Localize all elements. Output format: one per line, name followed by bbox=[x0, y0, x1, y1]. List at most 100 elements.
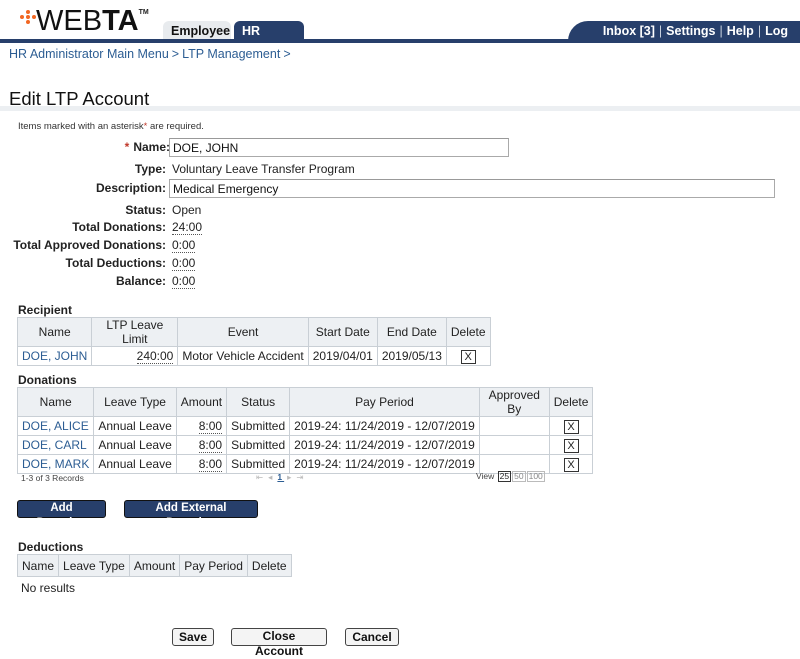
donor-name-link[interactable]: DOE, ALICE bbox=[22, 419, 89, 433]
balance-value: 0:00 bbox=[172, 274, 196, 289]
ltp-leave-limit-cell: 240:00 bbox=[91, 346, 179, 366]
status-cell: Submitted bbox=[226, 454, 291, 474]
required-asterisk: * bbox=[124, 140, 130, 154]
amount-cell: 8:00 bbox=[175, 416, 228, 436]
name-row: * Name: bbox=[0, 138, 170, 156]
column-header-event[interactable]: Event bbox=[177, 317, 309, 347]
total-approved-donations-label: Total Approved Donations: bbox=[13, 238, 166, 252]
delete-donation-button[interactable]: X bbox=[563, 457, 579, 472]
recipient-name-link[interactable]: DOE, JOHN bbox=[22, 349, 87, 363]
add-external-donation-button[interactable]: Add External Donation bbox=[124, 500, 258, 529]
column-header-delete: Delete bbox=[445, 317, 491, 347]
total-donations-value: 24:00 bbox=[172, 220, 203, 235]
breadcrumb-ltp-management[interactable]: LTP Management bbox=[182, 47, 280, 61]
pay-period-cell: 2019-24: 11/24/2019 - 12/07/2019 bbox=[289, 454, 480, 474]
column-header-ltp-leave-limit[interactable]: LTP Leave Limit bbox=[91, 317, 179, 347]
description-input[interactable] bbox=[169, 179, 775, 198]
delete-donation-button[interactable]: X bbox=[563, 438, 579, 453]
column-header-pay-period[interactable]: Pay Period bbox=[179, 554, 248, 577]
column-header-leave-type[interactable]: Leave Type bbox=[58, 554, 130, 577]
settings-link[interactable]: Settings bbox=[666, 24, 715, 38]
delete-donation-button[interactable]: X bbox=[563, 419, 579, 434]
column-header-leave-type[interactable]: Leave Type bbox=[93, 387, 177, 417]
column-header-name[interactable]: Name bbox=[16, 554, 60, 577]
breadcrumb-hr-admin-main-menu[interactable]: HR Administrator Main Menu bbox=[9, 47, 169, 61]
end-date-cell: 2019/05/13 bbox=[376, 346, 447, 366]
column-header-amount[interactable]: Amount bbox=[128, 554, 181, 577]
donor-name-link[interactable]: DOE, CARL bbox=[22, 438, 87, 452]
page-size-selector: View 25 50 100 bbox=[476, 471, 545, 482]
total-approved-donations-row: Total Approved Donations: bbox=[0, 236, 166, 254]
table-row: DOE, CARL Annual Leave 8:00 Submitted 20… bbox=[16, 435, 594, 455]
delete-cell: X bbox=[548, 416, 594, 436]
next-page-icon[interactable]: ▸ bbox=[287, 472, 293, 482]
records-count: 1-3 of 3 Records bbox=[21, 473, 84, 483]
breadcrumb-separator: > bbox=[283, 47, 291, 61]
pagination: ⇤ ◂ 1 ▸ ⇥ bbox=[256, 472, 309, 483]
first-page-icon[interactable]: ⇤ bbox=[256, 472, 265, 482]
logo-dots-icon bbox=[20, 10, 36, 26]
column-header-delete: Delete bbox=[548, 387, 594, 417]
column-header-name[interactable]: Name bbox=[16, 317, 93, 347]
required-note: Items marked with an asterisk* are requi… bbox=[18, 121, 204, 132]
separator: | bbox=[757, 24, 762, 38]
table-row: DOE, JOHN 240:00 Motor Vehicle Accident … bbox=[16, 346, 491, 366]
column-header-end-date[interactable]: End Date bbox=[376, 317, 447, 347]
total-donations-value-wrap: 24:00 bbox=[172, 218, 203, 236]
column-header-start-date[interactable]: Start Date bbox=[307, 317, 378, 347]
help-link[interactable]: Help bbox=[727, 24, 754, 38]
total-approved-donations-value: 0:00 bbox=[172, 238, 196, 253]
total-donations-row: Total Donations: bbox=[0, 218, 166, 236]
cancel-button[interactable]: Cancel bbox=[345, 628, 399, 646]
balance-row: Balance: bbox=[0, 272, 166, 290]
column-header-name[interactable]: Name bbox=[16, 387, 95, 417]
column-header-pay-period[interactable]: Pay Period bbox=[289, 387, 480, 417]
amount-cell: 8:00 bbox=[175, 435, 228, 455]
save-button[interactable]: Save bbox=[172, 628, 214, 646]
deductions-section-title: Deductions bbox=[18, 540, 84, 554]
column-header-approved-by[interactable]: Approved By bbox=[478, 387, 550, 417]
view-label: View bbox=[476, 471, 495, 481]
prev-page-icon[interactable]: ◂ bbox=[268, 472, 274, 482]
recipient-header-row: Name LTP Leave Limit Event Start Date En… bbox=[16, 317, 491, 347]
name-input[interactable] bbox=[169, 138, 509, 157]
last-page-icon[interactable]: ⇥ bbox=[296, 472, 305, 482]
total-deductions-value-wrap: 0:00 bbox=[172, 254, 196, 272]
webta-logo[interactable]: WEBTA TM bbox=[20, 6, 149, 36]
tab-hr-admin[interactable]: HR Admin bbox=[234, 21, 304, 58]
donations-header-row: Name Leave Type Amount Status Pay Period… bbox=[16, 387, 594, 417]
close-account-button[interactable]: Close Account bbox=[231, 628, 327, 658]
column-header-status[interactable]: Status bbox=[226, 387, 291, 417]
deductions-table: Name Leave Type Amount Pay Period Delete bbox=[16, 554, 292, 577]
column-header-amount[interactable]: Amount bbox=[175, 387, 228, 417]
add-donation-button[interactable]: Add Donation bbox=[17, 500, 106, 529]
leave-type-cell: Annual Leave bbox=[93, 454, 177, 474]
amount-cell: 8:00 bbox=[175, 454, 228, 474]
title-divider bbox=[0, 106, 800, 111]
donations-table: Name Leave Type Amount Status Pay Period… bbox=[16, 387, 594, 474]
amount-value: 8:00 bbox=[198, 457, 223, 472]
required-note-text: Items marked with an asterisk bbox=[18, 121, 144, 132]
page-size-50[interactable]: 50 bbox=[512, 471, 526, 482]
description-row: Description: bbox=[0, 179, 166, 197]
type-label: Type: bbox=[134, 162, 166, 176]
user-links: Inbox [3] | Settings | Help | Log Out bbox=[568, 21, 800, 58]
page-size-25[interactable]: 25 bbox=[497, 471, 512, 482]
balance-label: Balance: bbox=[115, 274, 166, 288]
start-date-cell: 2019/04/01 bbox=[307, 346, 378, 366]
total-donations-label: Total Donations: bbox=[72, 220, 166, 234]
inbox-link[interactable]: Inbox [3] bbox=[603, 24, 655, 38]
delete-recipient-button[interactable]: X bbox=[460, 349, 476, 364]
delete-cell: X bbox=[548, 454, 594, 474]
page-size-100[interactable]: 100 bbox=[526, 471, 545, 482]
leave-type-cell: Annual Leave bbox=[93, 435, 177, 455]
donor-name-cell: DOE, MARK bbox=[16, 454, 95, 474]
donor-name-cell: DOE, ALICE bbox=[16, 416, 95, 436]
tab-employee[interactable]: Employee bbox=[163, 21, 231, 40]
page-1-link[interactable]: 1 bbox=[277, 472, 284, 482]
approved-by-cell bbox=[478, 416, 550, 436]
app-header: WEBTA TM Employee HR Admin Inbox [3] | Set… bbox=[0, 0, 800, 58]
donor-name-link[interactable]: DOE, MARK bbox=[22, 457, 89, 471]
recipient-table: Name LTP Leave Limit Event Start Date En… bbox=[16, 317, 491, 366]
separator: | bbox=[658, 24, 663, 38]
